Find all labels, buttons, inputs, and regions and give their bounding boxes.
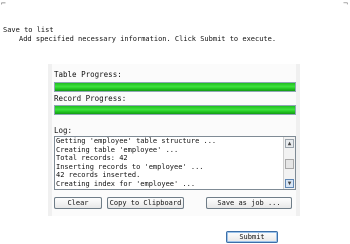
record-progress-label: Record Progress: [54,94,127,103]
panel-right-strip [296,64,300,216]
wizard-subtitle: Add specified necessary information. Cli… [19,35,277,43]
scroll-up-arrow-icon[interactable]: ▲ [285,139,294,148]
save-as-job-button[interactable]: Save as job ... [206,197,292,209]
record-progress-bar [54,105,296,115]
submit-button[interactable]: Submit [226,231,278,243]
wizard-header: Save to list Add specified necessary inf… [3,26,343,44]
scroll-thumb[interactable] [285,159,294,169]
copy-to-clipboard-button[interactable]: Copy to Clipboard [107,197,184,209]
log-label: Log: [54,126,73,135]
log-scrollbar[interactable]: ▲ ▼ [283,137,295,189]
table-progress-fill [55,83,295,91]
log-line: Inserting records to 'employee' ... [56,162,204,171]
scroll-down-arrow-icon[interactable]: ▼ [285,179,294,188]
wizard-title: Save to list [3,26,54,34]
log-line: Getting 'employee' table structure ... [56,137,217,145]
corner-mark-top-left: ⌐ [1,0,6,8]
log-line: Total records: 42 [56,154,128,163]
panel-left-strip [48,64,52,216]
log-line: 42 records inserted. [56,171,141,180]
record-progress-fill [55,106,295,114]
log-line: Creating table 'employee' ... [56,145,179,154]
clear-button[interactable]: Clear [54,197,102,209]
log-textarea[interactable]: Getting 'employee' table structure ... Cr… [54,136,296,190]
log-lines: Getting 'employee' table structure ... Cr… [55,137,295,189]
corner-mark-top-right: ¬ [343,0,348,8]
table-progress-bar [54,82,296,92]
log-line: Creating index for 'employee' ... [56,179,196,188]
table-progress-label: Table Progress: [54,70,122,79]
